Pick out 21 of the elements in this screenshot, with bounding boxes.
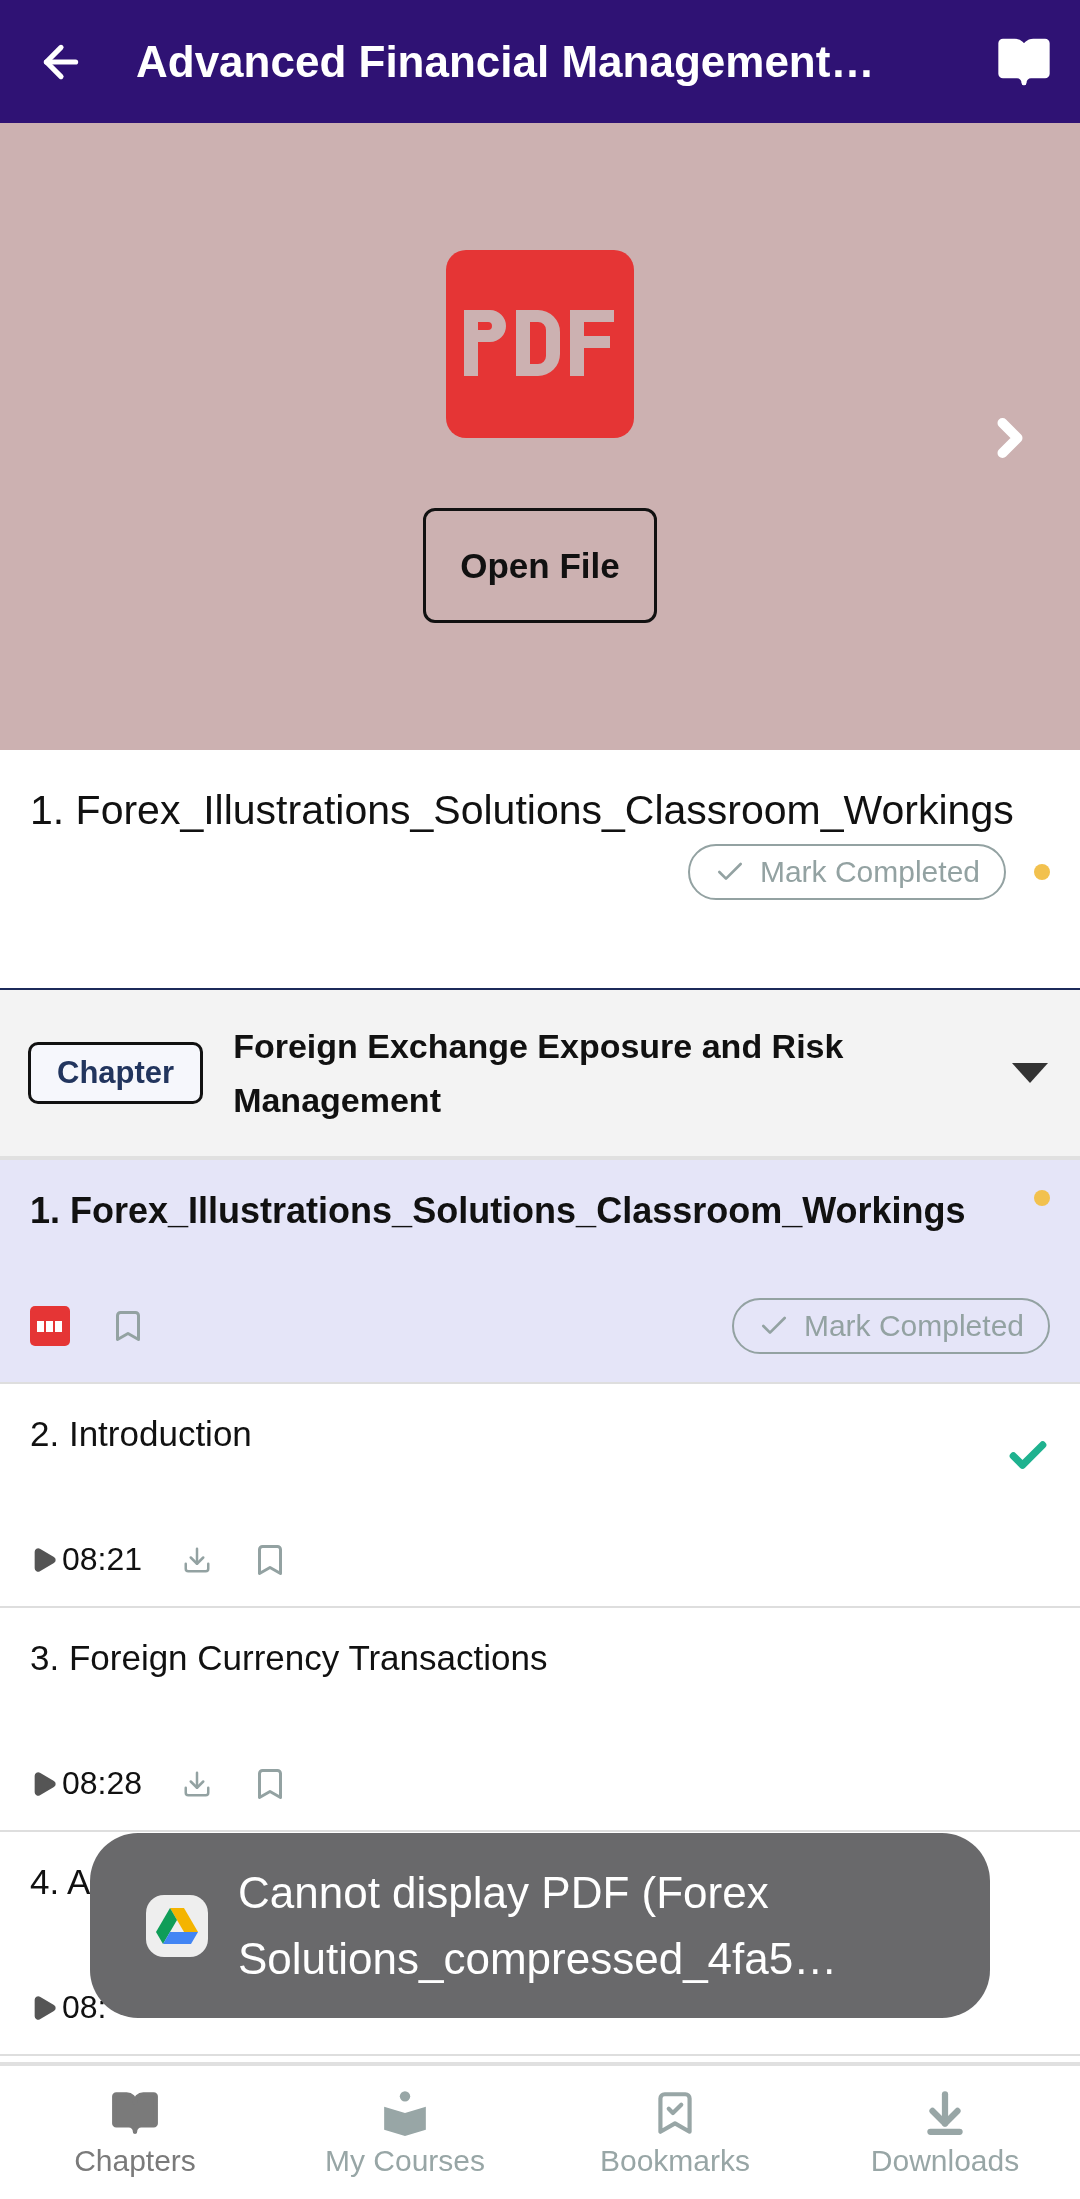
- course-title: Advanced Financial Management…: [136, 36, 876, 87]
- nav-tab[interactable]: Chapters: [25, 2086, 245, 2179]
- file-title: 1. Forex_Illustrations_Solutions_Classroom_Workings: [30, 786, 1015, 835]
- lesson-item[interactable]: 4. A 08: Cannot display PDF (Forex Solutions_compressed_4fa5…: [0, 1832, 1080, 2056]
- lesson-title: 2. Introduction: [30, 1414, 252, 1454]
- chapter-badge: Chapter: [28, 1042, 204, 1104]
- pdf-icon: [446, 250, 634, 438]
- caret-icon[interactable]: [1010, 1061, 1050, 1085]
- open-file-button[interactable]: Open File: [423, 508, 657, 623]
- lesson-title: 4. A: [30, 1862, 91, 1902]
- toast-message: Cannot display PDF (Forex Solutions_compressed_4fa5…: [238, 1866, 839, 1985]
- duration: 08:21: [62, 1541, 143, 1578]
- duration: 08:28: [62, 1765, 143, 1802]
- lesson-title: 1. Forex_Illustrations_Solutions_Classroom_Workings: [30, 1190, 966, 1232]
- duration: 08:: [62, 1989, 107, 2026]
- pdf-icon: [30, 1306, 70, 1346]
- chapter-title: Foreign Exchange Exposure and Risk Management: [233, 1026, 845, 1121]
- drive-icon: [146, 1894, 208, 1957]
- lesson-title: 3. Foreign Currency Transactions: [30, 1638, 548, 1678]
- lesson-item[interactable]: 1. Forex_Illustrations_Solutions_Classroom_Workings Mark Completed: [0, 1160, 1080, 1384]
- chapter-header[interactable]: Chapter Foreign Exchange Exposure and Risk Management: [0, 990, 1080, 1160]
